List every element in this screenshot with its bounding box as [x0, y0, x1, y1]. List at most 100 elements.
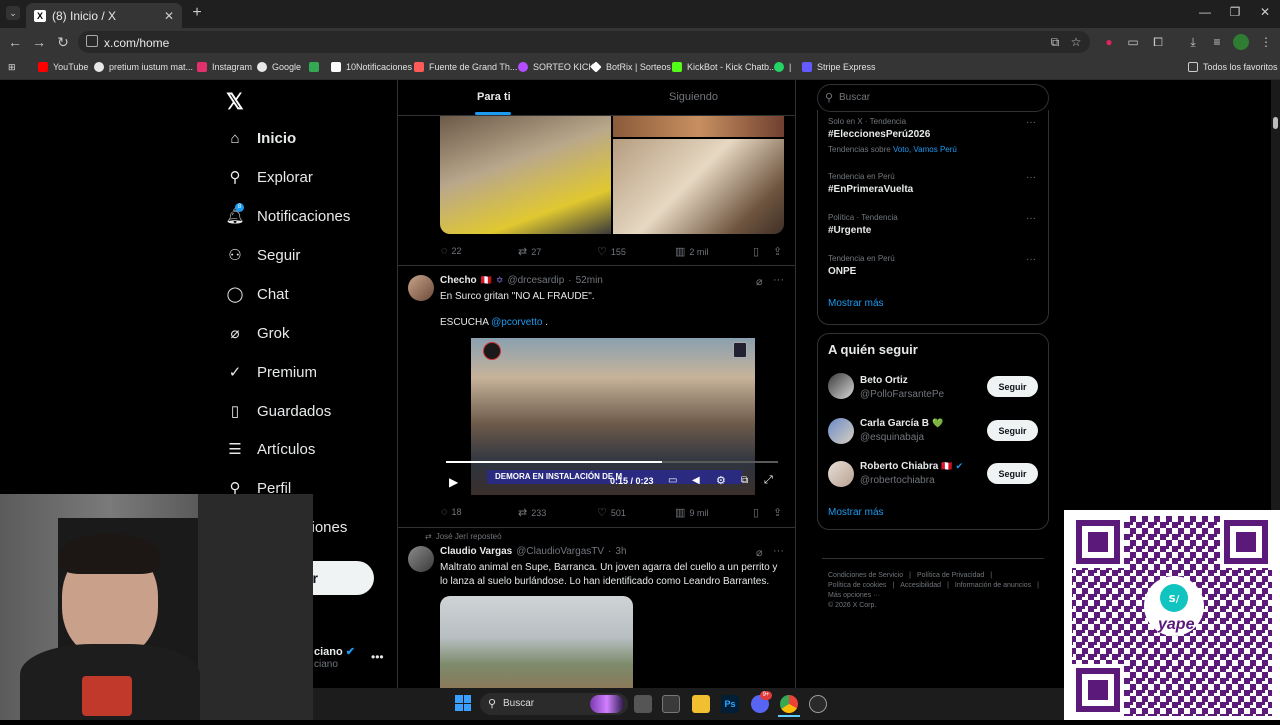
chrome-icon[interactable]	[780, 695, 798, 713]
downloads-icon[interactable]: ⤓	[1185, 34, 1201, 50]
forward-button[interactable]: →	[30, 33, 48, 51]
follow-button[interactable]: Seguir	[987, 376, 1038, 397]
nav-item-explore[interactable]: ⚲ Explorar	[226, 164, 313, 190]
extensions-puzzle-icon[interactable]: ⧠	[1150, 34, 1166, 50]
bookmark-item[interactable]: Stripe Express	[802, 60, 876, 74]
trend-more-icon[interactable]: ···	[1026, 213, 1036, 224]
profile-avatar-icon[interactable]	[1233, 34, 1249, 50]
post-author-handle[interactable]: @ClaudioVargasTV	[516, 546, 604, 557]
post-more-icon[interactable]: ···	[773, 545, 784, 557]
bookmark-item[interactable]: Instagram	[197, 60, 252, 74]
task-view-icon[interactable]	[634, 695, 652, 713]
file-explorer-icon[interactable]	[692, 695, 710, 713]
post-image-2[interactable]	[613, 116, 784, 137]
nav-item-home[interactable]: ⌂ Inicio	[226, 125, 296, 151]
tab-search-dropdown-icon[interactable]: ⌄	[6, 6, 20, 20]
post-image-1[interactable]	[440, 116, 611, 234]
like-button[interactable]: ♡ 155	[597, 245, 626, 258]
grok-post-icon[interactable]: ⌀	[756, 546, 763, 559]
repost-button[interactable]: ⇄ 233	[518, 506, 546, 519]
nav-item-follow[interactable]: ⚇ Seguir	[226, 242, 300, 268]
share-button[interactable]: ⇪	[773, 245, 786, 258]
fullscreen-icon[interactable]: ⤢	[764, 474, 773, 487]
post-time[interactable]: 3h	[615, 546, 626, 557]
views-button[interactable]: ▥ 2 mil	[675, 245, 708, 258]
install-app-icon[interactable]: ⧉	[1047, 34, 1063, 50]
app-icon[interactable]	[809, 695, 827, 713]
repost-by-text[interactable]: José Jerí reposteó	[436, 532, 502, 541]
like-button[interactable]: ♡ 501	[597, 506, 626, 519]
tab-close-icon[interactable]: ✕	[164, 9, 174, 23]
post-time[interactable]: 52min	[576, 275, 603, 286]
avatar[interactable]	[828, 418, 854, 444]
photoshop-icon[interactable]: Ps	[721, 695, 739, 713]
footer-link-more[interactable]: Más opciones ···	[828, 592, 880, 599]
new-tab-button[interactable]: +	[188, 4, 206, 22]
trend-name[interactable]: ONPE	[828, 266, 856, 277]
site-info-icon[interactable]	[86, 35, 98, 47]
share-button[interactable]: ⇪	[773, 506, 786, 519]
footer-link-accessibility[interactable]: Accesibilidad	[900, 582, 941, 589]
post-author-name[interactable]: Claudio Vargas	[440, 546, 512, 557]
bookmark-post-button[interactable]: ▯	[753, 245, 763, 258]
all-bookmarks-folder[interactable]: Todos los favoritos	[1188, 60, 1278, 74]
captions-icon[interactable]: ▭	[668, 475, 677, 486]
suggested-user-name[interactable]: Beto Ortiz	[860, 375, 908, 386]
x-logo-icon[interactable]: 𝕏	[226, 89, 244, 115]
bookmark-item[interactable]: Google	[257, 60, 301, 74]
minimize-button[interactable]: —	[1196, 5, 1214, 21]
mention-link[interactable]: @pcorvetto	[491, 317, 542, 328]
bookmark-item[interactable]: BotRix | Sorteos	[590, 60, 671, 74]
trend-more-icon[interactable]: ···	[1026, 172, 1036, 183]
suggested-user-name[interactable]: Carla García B	[860, 418, 929, 429]
follow-button[interactable]: Seguir	[987, 463, 1038, 484]
nav-item-chat[interactable]: ◯ Chat	[226, 281, 289, 307]
extension-icon[interactable]: ▭	[1125, 34, 1141, 50]
post-author-handle[interactable]: @drcesardip	[507, 275, 564, 286]
reply-button[interactable]: ◌ 18	[441, 506, 462, 518]
apps-grid-icon[interactable]: ⊞	[8, 60, 16, 74]
app-icon[interactable]	[662, 695, 680, 713]
close-window-button[interactable]: ✕	[1256, 5, 1274, 21]
show-more-trends-link[interactable]: Mostrar más	[828, 298, 884, 309]
show-more-follow-link[interactable]: Mostrar más	[828, 507, 884, 518]
menu-kebab-icon[interactable]: ⋮	[1258, 34, 1274, 50]
bookmark-item[interactable]: SORTEO KICK	[518, 60, 594, 74]
tab-for-you[interactable]: Para ti	[477, 91, 511, 103]
nav-item-grok[interactable]: ⌀ Grok	[226, 320, 289, 346]
back-button[interactable]: ←	[6, 33, 24, 51]
tab-following[interactable]: Siguiendo	[669, 91, 718, 103]
trend-name[interactable]: #EleccionesPerú2026	[828, 129, 930, 140]
post-image-3[interactable]	[613, 139, 784, 234]
windows-start-icon[interactable]	[455, 695, 471, 711]
bookmark-item[interactable]: KickBot - Kick Chatb...	[672, 60, 777, 74]
bookmark-star-icon[interactable]: ☆	[1068, 34, 1084, 50]
post-more-icon[interactable]: ···	[773, 274, 784, 286]
bookmark-item[interactable]: YouTube	[38, 60, 88, 74]
account-menu-dots-icon[interactable]: •••	[371, 650, 384, 664]
nav-item-bookmarks[interactable]: ▯ Guardados	[226, 398, 331, 424]
suggested-user-name[interactable]: Roberto Chiabra	[860, 461, 938, 472]
footer-link-cookies[interactable]: Política de cookies	[828, 582, 886, 589]
account-name[interactable]: ciano ✔	[314, 645, 355, 658]
trend-name[interactable]: #Urgente	[828, 225, 871, 236]
restore-button[interactable]: ❐	[1226, 5, 1244, 21]
play-icon[interactable]: ▶	[449, 475, 458, 489]
address-bar[interactable]	[78, 31, 1090, 53]
settings-gear-icon[interactable]: ⚙	[716, 474, 726, 487]
browser-tab-active[interactable]: X (8) Inicio / X ✕	[26, 3, 182, 28]
nav-item-notifications[interactable]: 🔔︎ 8 Notificaciones	[225, 203, 350, 229]
repost-button[interactable]: ⇄ 27	[518, 245, 541, 258]
reload-button[interactable]: ↻	[54, 33, 72, 51]
url-text[interactable]: x.com/home	[104, 36, 169, 50]
bookmark-item[interactable]: pretium iustum mat...	[94, 60, 193, 74]
post-author-name[interactable]: Checho	[440, 275, 477, 286]
nav-item-premium[interactable]: ✓ Premium	[226, 359, 317, 385]
footer-link-ads-info[interactable]: Información de anuncios	[955, 582, 1031, 589]
pip-icon[interactable]: ⧉	[741, 475, 748, 486]
trend-more-icon[interactable]: ···	[1026, 117, 1036, 128]
bookmark-item[interactable]	[309, 60, 324, 74]
media-control-icon[interactable]: ≡	[1209, 34, 1225, 50]
bookmark-item[interactable]: Fuente de Grand Th...	[414, 60, 517, 74]
extension-red-icon[interactable]: ●	[1101, 34, 1117, 50]
